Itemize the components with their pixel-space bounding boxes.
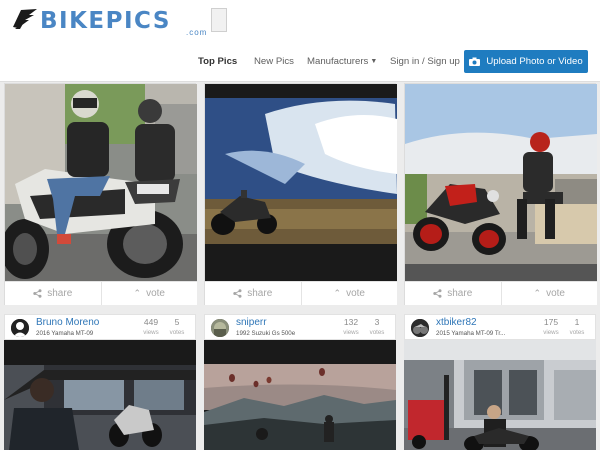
photo-card: share ⌃ vote xyxy=(204,83,397,305)
views-number: 449 xyxy=(143,317,159,327)
nav-manufacturers-label: Manufacturers xyxy=(307,55,369,67)
photo-bike-under-sky[interactable] xyxy=(205,84,397,281)
photo-rider-red-bike[interactable] xyxy=(405,84,597,281)
vote-label: vote xyxy=(546,288,565,299)
site-logo[interactable]: BIKEPICS .com xyxy=(12,7,212,37)
views-count: 132 views xyxy=(339,317,363,337)
views-label: views xyxy=(543,329,559,336)
user-avatar-icon xyxy=(411,319,429,337)
photo-image xyxy=(204,340,396,450)
username-link[interactable]: xtbiker82 xyxy=(436,317,477,328)
chevron-up-icon: ⌃ xyxy=(533,288,542,298)
share-label: share xyxy=(247,288,273,299)
views-number: 132 xyxy=(343,317,359,327)
card-actions: share ⌃ vote xyxy=(205,281,397,305)
photo-image xyxy=(404,340,596,450)
photo-image xyxy=(405,84,597,281)
post-meta: xtbiker82 2015 Yamaha MT-09 Tr... 175 vi… xyxy=(404,314,596,340)
avatar[interactable] xyxy=(11,319,29,337)
vote-label: vote xyxy=(346,288,365,299)
votes-number: 5 xyxy=(174,317,180,327)
photo-image xyxy=(4,340,196,450)
votes-count: 1 votes xyxy=(565,317,589,337)
post-meta: sniperr 1992 Suzuki Gs 500e 132 views 3 … xyxy=(204,314,396,340)
avatar[interactable] xyxy=(411,319,429,337)
votes-label: votes xyxy=(169,329,185,336)
vote-button[interactable]: ⌃ vote xyxy=(300,282,398,305)
votes-count: 3 votes xyxy=(365,317,389,337)
nav-sign-in[interactable]: Sign in / Sign up xyxy=(390,50,460,72)
views-count: 449 views xyxy=(139,317,163,337)
share-label: share xyxy=(47,288,73,299)
views-label: views xyxy=(143,329,159,336)
camera-icon xyxy=(469,57,481,66)
logo-text: BIKEPICS xyxy=(40,8,171,34)
photo-image xyxy=(5,84,197,281)
bike-model: 2015 Yamaha MT-09 Tr... xyxy=(436,330,506,337)
votes-label: votes xyxy=(369,329,385,336)
views-label: views xyxy=(343,329,359,336)
vote-label: vote xyxy=(146,288,165,299)
share-button[interactable]: share xyxy=(5,282,101,305)
nav-top-pics[interactable]: Top Pics xyxy=(198,50,237,72)
views-count: 175 views xyxy=(539,317,563,337)
votes-number: 3 xyxy=(374,317,380,327)
caret-down-icon: ▼ xyxy=(370,57,378,65)
upload-label: Upload Photo or Video xyxy=(486,56,583,67)
share-icon xyxy=(433,289,442,298)
photo-rider-forklift[interactable] xyxy=(404,340,596,450)
post-meta: Bruno Moreno 2016 Yamaha MT-09 449 views… xyxy=(4,314,196,340)
views-number: 175 xyxy=(543,317,559,327)
avatar[interactable] xyxy=(211,319,229,337)
site-header: BIKEPICS .com Top Pics New Pics Manufact… xyxy=(0,0,600,82)
vote-button[interactable]: ⌃ vote xyxy=(500,282,598,305)
chevron-up-icon: ⌃ xyxy=(333,288,342,298)
username-link[interactable]: sniperr xyxy=(236,317,267,328)
photo-card: share ⌃ vote xyxy=(404,83,597,305)
photo-rider-in-garage[interactable] xyxy=(4,340,196,450)
logo-suffix: .com xyxy=(186,28,208,37)
username-link[interactable]: Bruno Moreno xyxy=(36,317,99,328)
search-input[interactable] xyxy=(211,8,227,32)
card-actions: share ⌃ vote xyxy=(5,281,197,305)
photo-card: share ⌃ vote xyxy=(4,83,197,305)
votes-label: votes xyxy=(569,329,585,336)
share-icon xyxy=(33,289,42,298)
share-button[interactable]: share xyxy=(205,282,301,305)
photo-image xyxy=(205,84,397,281)
user-avatar-icon xyxy=(11,319,29,337)
nav-new-pics[interactable]: New Pics xyxy=(254,50,294,72)
share-button[interactable]: share xyxy=(405,282,501,305)
share-label: share xyxy=(447,288,473,299)
votes-number: 1 xyxy=(574,317,580,327)
user-avatar-icon xyxy=(211,319,229,337)
photo-riders-on-motorcycle[interactable] xyxy=(5,84,197,281)
card-actions: share ⌃ vote xyxy=(405,281,597,305)
wing-logo-icon xyxy=(13,9,37,29)
upload-button[interactable]: Upload Photo or Video xyxy=(464,50,588,73)
nav-manufacturers[interactable]: Manufacturers ▼ xyxy=(307,50,377,72)
share-icon xyxy=(233,289,242,298)
photo-balloons-valley[interactable] xyxy=(204,340,396,450)
votes-count: 5 votes xyxy=(165,317,189,337)
bike-model: 2016 Yamaha MT-09 xyxy=(36,330,94,337)
vote-button[interactable]: ⌃ vote xyxy=(100,282,198,305)
chevron-up-icon: ⌃ xyxy=(133,288,142,298)
bike-model: 1992 Suzuki Gs 500e xyxy=(236,330,296,337)
